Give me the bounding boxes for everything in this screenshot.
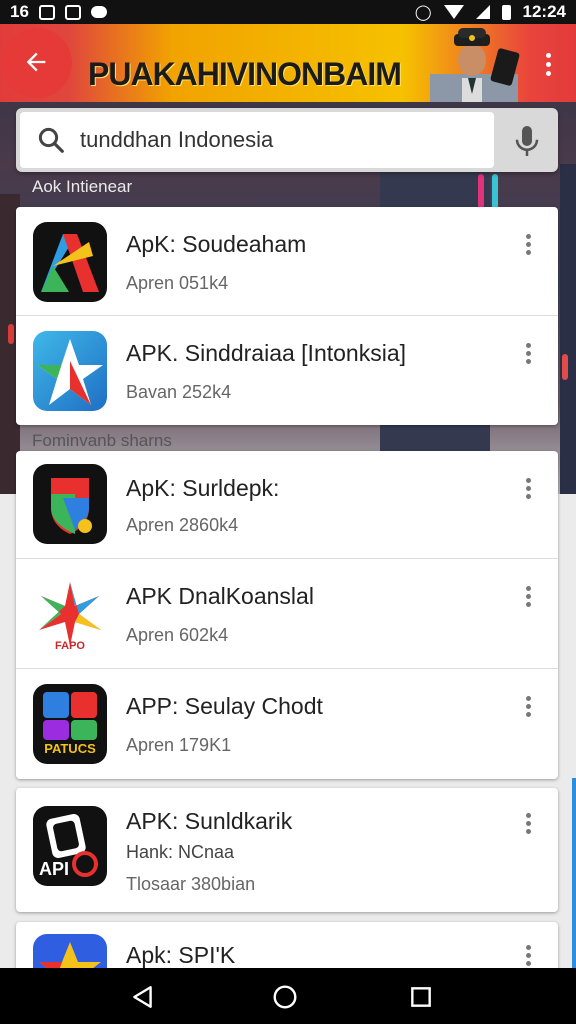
- search-input[interactable]: tunddhan Indonesia: [20, 112, 494, 168]
- row-more-button[interactable]: [521, 581, 535, 611]
- app-icon: API: [33, 806, 107, 886]
- app-subtitle: Apren 602k4: [126, 625, 229, 645]
- row-more-button[interactable]: [521, 229, 535, 259]
- search-icon: [38, 127, 64, 153]
- app-icon-caption: PATUCS: [44, 741, 96, 756]
- app-icon-caption: FAPO: [55, 640, 85, 652]
- list-item[interactable]: API APK: Sunldkarik Hank: NCnaa Tlosaar …: [16, 788, 558, 912]
- microphone-icon[interactable]: [512, 122, 542, 160]
- back-button[interactable]: [16, 42, 56, 82]
- system-nav-bar: [0, 968, 576, 1024]
- list-item[interactable]: ApK: Surldepk: Apren 2860k4: [16, 451, 558, 559]
- app-name: ApK: Surldepk:: [126, 475, 280, 501]
- app-name: APK: Sunldkarik: [126, 808, 293, 834]
- row-more-button[interactable]: [521, 338, 535, 368]
- list-item[interactable]: ApK: Soudeaham Apren 051k4: [16, 207, 558, 316]
- app-name: APK. Sinddraiaa [Intonksia]: [126, 340, 406, 366]
- app-toolbar: PUAKAHIVINONBAIM: [0, 24, 576, 102]
- app-icon: [33, 331, 107, 411]
- notification-chat-icon: [90, 6, 107, 18]
- status-time: 12:24: [522, 2, 566, 21]
- section-title-list: Fominvanb sharns: [32, 431, 172, 450]
- app-subtitle: Hank: NCnaa: [126, 842, 235, 862]
- battery-icon: [501, 4, 511, 20]
- app-icon: PATUCS: [33, 684, 107, 764]
- more-vert-icon: [545, 52, 551, 58]
- row-more-button[interactable]: [521, 691, 535, 721]
- list-item[interactable]: PATUCS APP: Seulay Chodt Apren 179K1: [16, 669, 558, 779]
- notification-app-icon: [64, 4, 81, 20]
- row-more-button[interactable]: [521, 473, 535, 503]
- section-title-featured: Aok Intienear: [32, 177, 133, 196]
- row-more-button[interactable]: [521, 940, 535, 970]
- wifi-icon: [443, 5, 464, 19]
- app-name: Apk: SPI'K: [126, 942, 236, 968]
- recents-square-icon[interactable]: [408, 984, 434, 1010]
- app-subtitle: Apren 051k4: [126, 273, 229, 293]
- signal-icon: [475, 5, 490, 19]
- more-options-button[interactable]: [534, 46, 562, 82]
- app-name: ApK: Soudeaham: [126, 231, 307, 257]
- alarm-icon: ◯: [414, 4, 432, 21]
- search-query: tunddhan Indonesia: [80, 127, 274, 152]
- app-title: PUAKAHIVINONBAIM: [88, 56, 402, 92]
- app-icon: FAPO: [33, 574, 107, 654]
- row-more-button[interactable]: [521, 808, 535, 838]
- app-icon: [33, 222, 107, 302]
- app-list-card: API APK: Sunldkarik Hank: NCnaa Tlosaar …: [16, 788, 558, 912]
- app-list: ApK: Surldepk: Apren 2860k4 FAPO APK Dna…: [16, 451, 558, 779]
- app-subtitle: Apren 179K1: [126, 735, 232, 755]
- back-triangle-icon[interactable]: [130, 984, 156, 1010]
- app-icon-caption: API: [39, 859, 70, 879]
- back-arrow-icon: [26, 52, 46, 72]
- scroll-indicator: [572, 778, 576, 968]
- app-detail: Tlosaar 380bian: [126, 874, 256, 894]
- list-item[interactable]: FAPO APK DnalKoanslal Apren 602k4: [16, 559, 558, 669]
- notification-image-icon: [38, 4, 55, 20]
- list-item[interactable]: APK. Sinddraiaa [Intonksia] Bavan 252k4: [16, 316, 558, 425]
- search-bar: tunddhan Indonesia: [16, 108, 558, 172]
- home-circle-icon[interactable]: [272, 984, 298, 1010]
- status-left-text: 16: [10, 2, 29, 21]
- officer-illustration: [430, 28, 520, 102]
- app-subtitle: Apren 2860k4: [126, 515, 239, 535]
- status-bar: 16 ◯ 12:24: [0, 0, 576, 24]
- app-name: APK DnalKoanslal: [126, 583, 314, 609]
- featured-list: ApK: Soudeaham Apren 051k4 APK. Sinddrai…: [16, 207, 558, 425]
- app-icon: [33, 464, 107, 544]
- app-name: APP: Seulay Chodt: [126, 693, 323, 719]
- app-subtitle: Bavan 252k4: [126, 382, 232, 402]
